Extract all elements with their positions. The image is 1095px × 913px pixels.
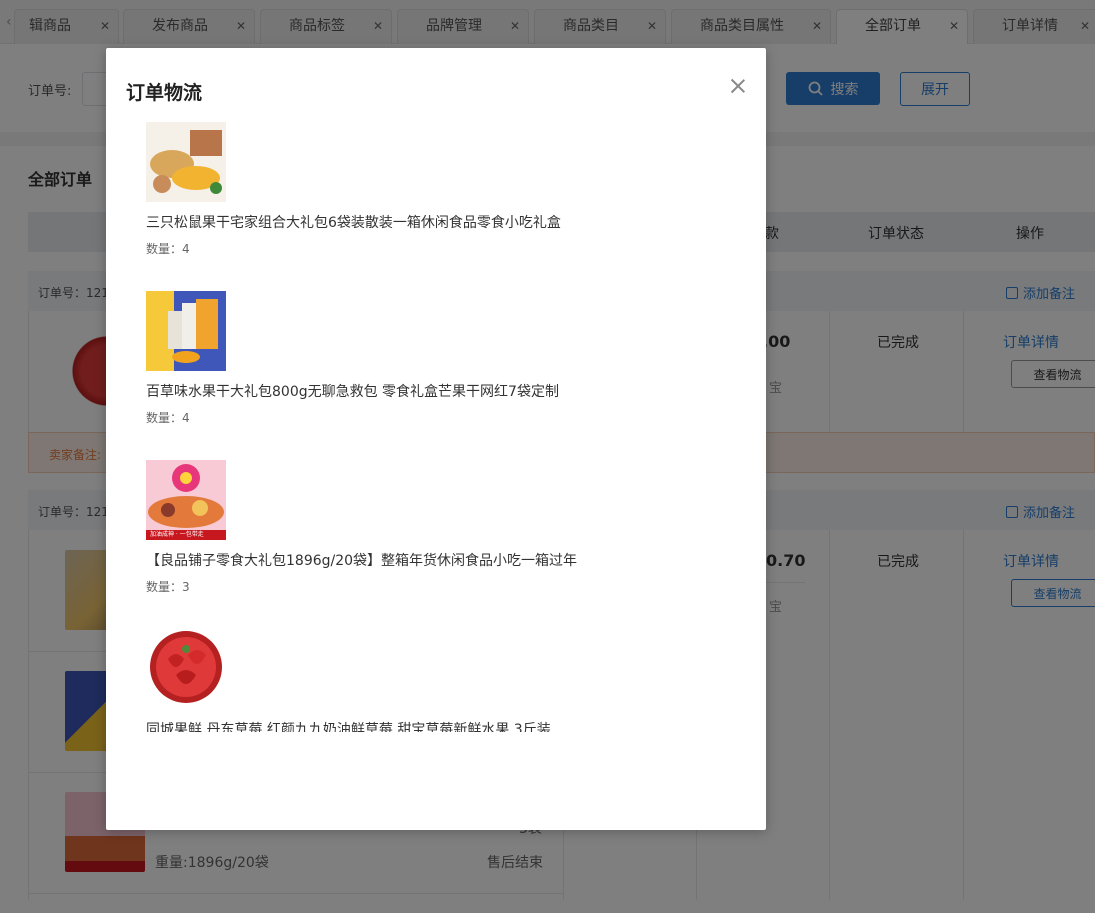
product-name: 【良品铺子零食大礼包1896g/20袋】整箱年货休闲食品小吃一箱过年	[146, 553, 578, 569]
product-qty: 数量：3	[146, 578, 726, 595]
list-item: 三只松鼠果干宅家组合大礼包6袋装散装一箱休闲食品零食小吃礼盒 数量：4	[146, 122, 726, 257]
qty-label: 数量：	[146, 411, 183, 425]
qty-label: 数量：	[146, 242, 183, 256]
dialog-title: 订单物流	[126, 82, 203, 104]
dialog-body[interactable]: 三只松鼠果干宅家组合大礼包6袋装散装一箱休闲食品零食小吃礼盒 数量：4 百草味水…	[106, 120, 766, 732]
qty-value: 4	[182, 411, 190, 425]
product-image	[146, 291, 226, 371]
product-image: 加油成神 · 一包带走	[146, 460, 226, 540]
product-qty: 数量：4	[146, 409, 726, 426]
close-icon[interactable]	[728, 76, 748, 96]
list-item: 同城果鲜 丹东草莓 红颜九九奶油鲜草莓 甜宝草莓新鲜水果 3斤装	[146, 629, 726, 732]
promo-banner: 加油成神 · 一包带走	[150, 531, 204, 538]
qty-label: 数量：	[146, 580, 183, 594]
order-logistics-dialog: 订单物流 三只松鼠果干宅家组合大礼包6袋装散装一箱休闲食品零食小吃礼盒 数量：4…	[106, 48, 766, 830]
product-image	[146, 629, 226, 709]
product-name: 同城果鲜 丹东草莓 红颜九九奶油鲜草莓 甜宝草莓新鲜水果 3斤装	[146, 722, 551, 732]
product-image	[146, 122, 226, 202]
qty-value: 4	[182, 242, 190, 256]
list-item: 加油成神 · 一包带走 【良品铺子零食大礼包1896g/20袋】整箱年货休闲食品…	[146, 460, 726, 595]
product-qty: 数量：4	[146, 240, 726, 257]
qty-value: 3	[182, 580, 190, 594]
product-name: 三只松鼠果干宅家组合大礼包6袋装散装一箱休闲食品零食小吃礼盒	[146, 215, 561, 231]
list-item: 百草味水果干大礼包800g无聊急救包 零食礼盒芒果干网红7袋定制 数量：4	[146, 291, 726, 426]
product-name: 百草味水果干大礼包800g无聊急救包 零食礼盒芒果干网红7袋定制	[146, 384, 559, 400]
